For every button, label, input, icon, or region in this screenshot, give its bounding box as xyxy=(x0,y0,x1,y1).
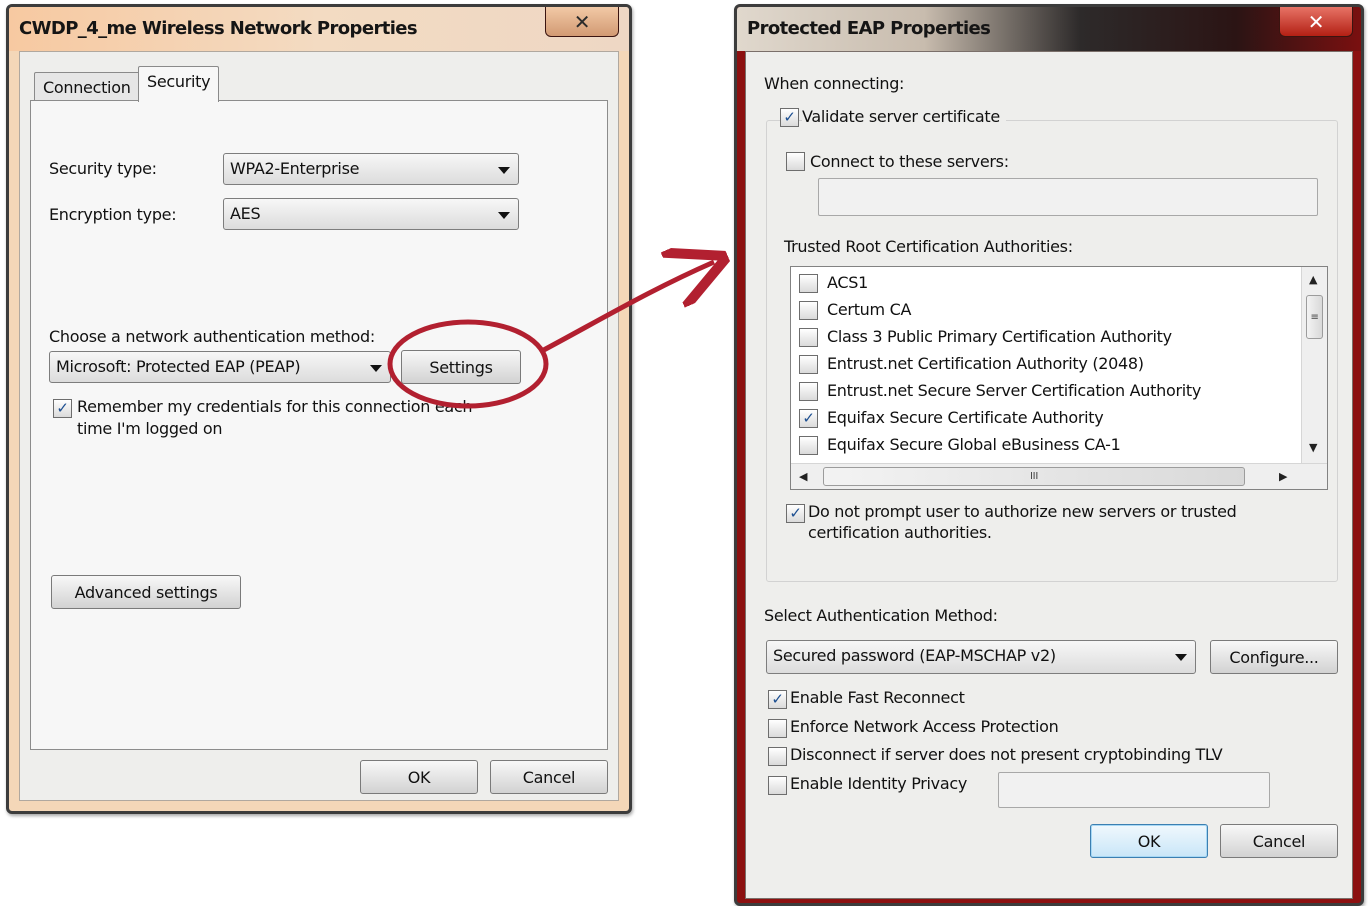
encryption-type-select[interactable]: AES xyxy=(223,198,519,230)
eap-method-select[interactable]: Secured password (EAP-MSCHAP v2) xyxy=(766,640,1196,674)
protected-eap-properties-dialog: Protected EAP Properties ✕ When connecti… xyxy=(734,4,1364,906)
trusted-root-label: Trusted Root Certification Authorities: xyxy=(784,237,1073,256)
ca-checkbox[interactable] xyxy=(799,274,818,293)
close-icon: ✕ xyxy=(573,9,591,34)
scroll-right-icon[interactable]: ▶ xyxy=(1279,470,1287,483)
connect-servers-checkbox[interactable] xyxy=(786,152,805,171)
settings-button[interactable]: Settings xyxy=(401,350,521,384)
remember-credentials-label-line2: time I'm logged on xyxy=(77,419,223,438)
validate-server-certificate-label: Validate server certificate xyxy=(802,107,1006,126)
network-access-protection-checkbox[interactable] xyxy=(768,719,787,738)
vertical-scrollbar[interactable]: ▲ ≡ ▼ xyxy=(1301,267,1327,464)
trusted-root-ca-list[interactable]: ACS1 Certum CA Class 3 Public Primary Ce… xyxy=(790,266,1328,490)
fast-reconnect-label: Enable Fast Reconnect xyxy=(790,688,965,707)
tab-security[interactable]: Security xyxy=(138,66,220,102)
ca-name: Equifax Secure Certificate Authority xyxy=(827,408,1104,427)
do-not-prompt-label-line2: certification authorities. xyxy=(808,523,992,542)
chevron-down-icon xyxy=(498,212,510,219)
ca-name: Entrust.net Certification Authority (204… xyxy=(827,354,1144,373)
ca-checkbox[interactable] xyxy=(799,328,818,347)
servers-input[interactable] xyxy=(818,178,1318,216)
vertical-scroll-thumb[interactable]: ≡ xyxy=(1306,295,1323,339)
ok-button[interactable]: OK xyxy=(1090,824,1208,858)
advanced-settings-button[interactable]: Advanced settings xyxy=(51,575,241,609)
ca-checkbox[interactable] xyxy=(799,355,818,374)
when-connecting-label: When connecting: xyxy=(764,74,905,93)
scroll-grip: III xyxy=(1030,471,1038,482)
auth-method-value: Microsoft: Protected EAP (PEAP) xyxy=(56,357,301,376)
identity-privacy-label: Enable Identity Privacy xyxy=(790,774,968,793)
chevron-down-icon xyxy=(1175,654,1187,661)
ca-checkbox[interactable] xyxy=(799,436,818,455)
dialog-body: When connecting: ✓ Validate server certi… xyxy=(745,51,1353,899)
remember-credentials-label: Remember my credentials for this connect… xyxy=(77,397,473,416)
ca-checkbox[interactable] xyxy=(799,382,818,401)
close-button[interactable]: ✕ xyxy=(545,7,619,37)
ca-name: Certum CA xyxy=(827,300,912,319)
network-access-protection-label: Enforce Network Access Protection xyxy=(790,717,1059,736)
cryptobinding-label: Disconnect if server does not present cr… xyxy=(790,745,1223,764)
dialog-title: Protected EAP Properties xyxy=(747,18,991,39)
identity-privacy-input[interactable] xyxy=(998,772,1270,808)
close-button[interactable]: ✕ xyxy=(1279,7,1353,37)
dialog-title: CWDP_4_me Wireless Network Properties xyxy=(19,18,418,39)
close-icon: ✕ xyxy=(1307,9,1325,34)
cryptobinding-checkbox[interactable] xyxy=(768,747,787,766)
security-tab-panel: Security type: WPA2-Enterprise Encryptio… xyxy=(30,100,608,750)
ok-button[interactable]: OK xyxy=(360,760,478,794)
wireless-network-properties-dialog: CWDP_4_me Wireless Network Properties ✕ … xyxy=(6,4,632,814)
ca-name: Equifax Secure Global eBusiness CA-1 xyxy=(827,435,1121,454)
cancel-button[interactable]: Cancel xyxy=(1220,824,1338,858)
security-type-select[interactable]: WPA2-Enterprise xyxy=(223,153,519,185)
ca-checkbox[interactable] xyxy=(799,301,818,320)
select-auth-method-label: Select Authentication Method: xyxy=(764,606,998,625)
do-not-prompt-checkbox[interactable]: ✓ xyxy=(786,504,805,523)
title-bar[interactable]: Protected EAP Properties ✕ xyxy=(737,7,1361,51)
do-not-prompt-label: Do not prompt user to authorize new serv… xyxy=(808,502,1237,521)
horizontal-scrollbar[interactable]: ◀ III ▶ xyxy=(791,463,1327,489)
title-bar[interactable]: CWDP_4_me Wireless Network Properties ✕ xyxy=(9,7,629,51)
cancel-button[interactable]: Cancel xyxy=(490,760,608,794)
ca-name: Class 3 Public Primary Certification Aut… xyxy=(827,327,1172,346)
fast-reconnect-checkbox[interactable]: ✓ xyxy=(768,690,787,709)
horizontal-scroll-thumb[interactable]: III xyxy=(823,467,1245,486)
identity-privacy-checkbox[interactable] xyxy=(768,776,787,795)
security-type-value: WPA2-Enterprise xyxy=(230,159,360,178)
dialog-body: Connection Security Security type: WPA2-… xyxy=(19,51,619,801)
scroll-down-icon[interactable]: ▼ xyxy=(1309,441,1317,454)
configure-button[interactable]: Configure... xyxy=(1210,640,1338,674)
security-type-label: Security type: xyxy=(49,159,157,178)
validate-server-certificate-checkbox[interactable]: ✓ xyxy=(780,108,799,127)
remember-credentials-checkbox[interactable]: ✓ xyxy=(53,399,72,418)
encryption-type-value: AES xyxy=(230,204,261,223)
ca-name: Entrust.net Secure Server Certification … xyxy=(827,381,1202,400)
encryption-type-label: Encryption type: xyxy=(49,205,177,224)
auth-method-label: Choose a network authentication method: xyxy=(49,327,375,346)
auth-method-select[interactable]: Microsoft: Protected EAP (PEAP) xyxy=(49,351,391,383)
ca-checkbox[interactable]: ✓ xyxy=(799,409,818,428)
ca-name: ACS1 xyxy=(827,273,868,292)
chevron-down-icon xyxy=(498,167,510,174)
scroll-up-icon[interactable]: ▲ xyxy=(1309,273,1317,286)
scroll-left-icon[interactable]: ◀ xyxy=(799,470,807,483)
chevron-down-icon xyxy=(370,365,382,372)
eap-method-value: Secured password (EAP-MSCHAP v2) xyxy=(773,646,1056,665)
connect-servers-label: Connect to these servers: xyxy=(810,152,1009,171)
